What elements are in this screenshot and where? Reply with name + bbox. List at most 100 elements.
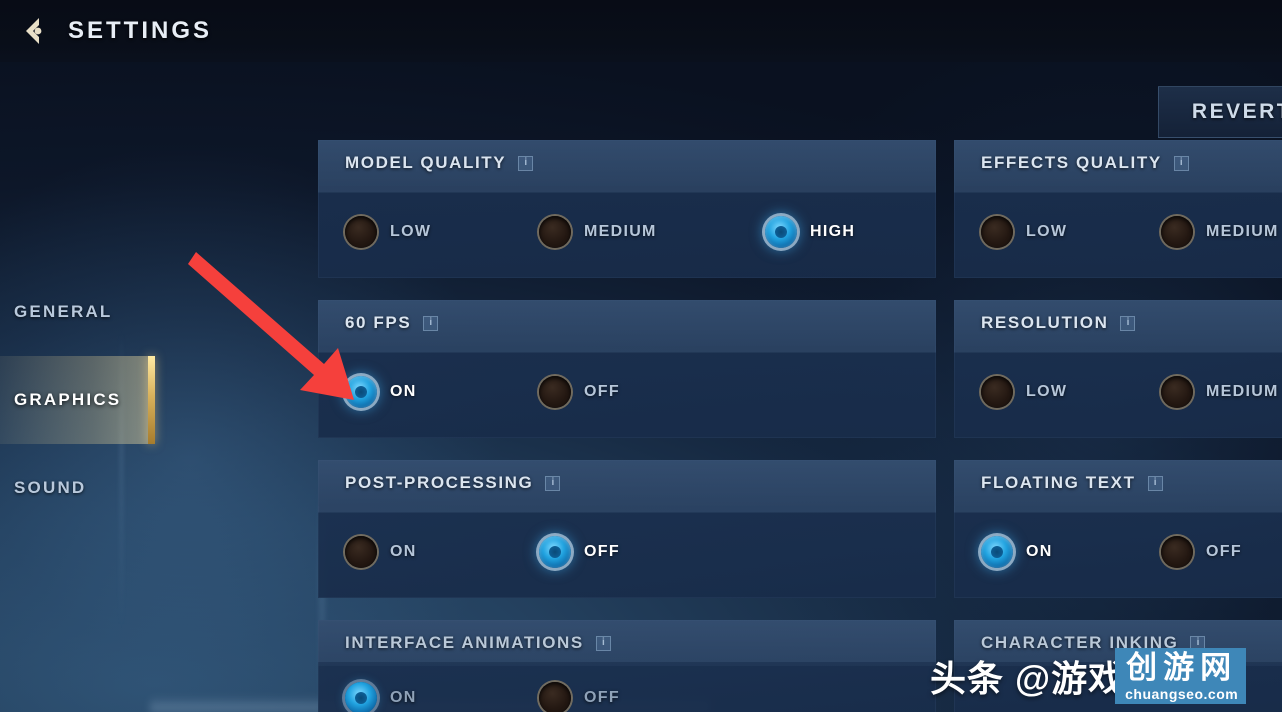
- info-icon[interactable]: i: [518, 155, 534, 171]
- settings-grid: MODEL QUALITY i LOW MEDIUM HIGH EFFECTS …: [318, 140, 1282, 712]
- card-options: ON OFF: [954, 506, 1282, 598]
- radio-icon[interactable]: [539, 216, 571, 248]
- option-on[interactable]: ON: [345, 536, 539, 568]
- watermark-text: 头条 @游戏: [930, 658, 1126, 699]
- card-options: LOW MEDIUM: [954, 346, 1282, 438]
- radio-icon-selected[interactable]: [981, 536, 1013, 568]
- option-on[interactable]: ON: [345, 376, 539, 408]
- back-chevron-icon[interactable]: [12, 10, 54, 52]
- option-label: ON: [390, 689, 417, 706]
- radio-icon[interactable]: [1161, 216, 1193, 248]
- option-label: LOW: [390, 223, 432, 240]
- option-label: OFF: [1206, 543, 1242, 560]
- radio-icon[interactable]: [1161, 376, 1193, 408]
- setting-card-interface-animations: INTERFACE ANIMATIONS i ON OFF: [318, 620, 936, 712]
- card-options: ON OFF: [318, 506, 936, 598]
- radio-icon-selected[interactable]: [345, 682, 377, 712]
- radio-icon-selected[interactable]: [345, 376, 377, 408]
- option-label: ON: [390, 383, 417, 400]
- card-header: RESOLUTION i: [954, 300, 1282, 346]
- card-title: EFFECTS QUALITY: [981, 153, 1162, 172]
- radio-icon-selected[interactable]: [539, 536, 571, 568]
- watermark-badge-title: 创游网: [1126, 650, 1238, 686]
- card-title: INTERFACE ANIMATIONS: [345, 633, 584, 652]
- settings-row: 60 FPS i ON OFF RESOLUTION i LOW MEDIUM: [318, 300, 1282, 438]
- setting-card-post-processing: POST-PROCESSING i ON OFF: [318, 460, 936, 598]
- option-low[interactable]: LOW: [981, 376, 1161, 408]
- revert-button-label: REVERT: [1191, 100, 1282, 123]
- option-medium[interactable]: MEDIUM: [1161, 216, 1282, 248]
- radio-icon[interactable]: [1161, 536, 1193, 568]
- card-header: 60 FPS i: [318, 300, 936, 346]
- info-icon[interactable]: i: [1120, 315, 1136, 331]
- setting-card-model-quality: MODEL QUALITY i LOW MEDIUM HIGH: [318, 140, 936, 278]
- option-off[interactable]: OFF: [539, 376, 765, 408]
- option-off[interactable]: OFF: [539, 682, 765, 712]
- option-label: HIGH: [810, 223, 856, 240]
- radio-icon[interactable]: [345, 216, 377, 248]
- option-low[interactable]: LOW: [981, 216, 1161, 248]
- page-header: SETTINGS: [0, 0, 1282, 62]
- option-label: LOW: [1026, 223, 1068, 240]
- settings-row: MODEL QUALITY i LOW MEDIUM HIGH EFFECTS …: [318, 140, 1282, 278]
- option-off[interactable]: OFF: [1161, 536, 1282, 568]
- option-label: LOW: [1026, 383, 1068, 400]
- info-icon[interactable]: i: [1173, 155, 1189, 171]
- option-medium[interactable]: MEDIUM: [539, 216, 765, 248]
- card-header: EFFECTS QUALITY i: [954, 140, 1282, 186]
- option-label: ON: [1026, 543, 1053, 560]
- sidebar-item-label: GENERAL: [14, 302, 113, 321]
- card-title: RESOLUTION: [981, 313, 1109, 332]
- card-header: FLOATING TEXT i: [954, 460, 1282, 506]
- option-label: MEDIUM: [1206, 383, 1279, 400]
- card-title: MODEL QUALITY: [345, 153, 507, 172]
- settings-row: POST-PROCESSING i ON OFF FLOATING TEXT i: [318, 460, 1282, 598]
- sidebar-item-graphics[interactable]: GRAPHICS: [0, 356, 155, 444]
- watermark: 头条 @游戏 创游网 chuangseo.com: [930, 648, 1247, 704]
- card-header: POST-PROCESSING i: [318, 460, 936, 506]
- radio-icon-selected[interactable]: [765, 216, 797, 248]
- sidebar-item-label: GRAPHICS: [14, 390, 122, 409]
- radio-icon[interactable]: [345, 536, 377, 568]
- info-icon[interactable]: i: [1147, 475, 1163, 491]
- option-on[interactable]: ON: [981, 536, 1161, 568]
- radio-icon[interactable]: [539, 682, 571, 712]
- card-options: LOW MEDIUM HIGH: [318, 186, 936, 278]
- option-label: MEDIUM: [1206, 223, 1279, 240]
- option-off[interactable]: OFF: [539, 536, 765, 568]
- info-icon[interactable]: i: [545, 475, 561, 491]
- option-label: MEDIUM: [584, 223, 657, 240]
- card-title: FLOATING TEXT: [981, 473, 1136, 492]
- info-icon[interactable]: i: [423, 315, 439, 331]
- card-options: ON OFF: [318, 346, 936, 438]
- info-icon[interactable]: i: [595, 635, 611, 651]
- radio-icon[interactable]: [981, 216, 1013, 248]
- option-label: OFF: [584, 543, 620, 560]
- setting-card-effects-quality: EFFECTS QUALITY i LOW MEDIUM: [954, 140, 1282, 278]
- option-on[interactable]: ON: [345, 682, 539, 712]
- option-label: ON: [390, 543, 417, 560]
- card-title: 60 FPS: [345, 313, 412, 332]
- radio-icon[interactable]: [539, 376, 571, 408]
- card-header: MODEL QUALITY i: [318, 140, 936, 186]
- card-header: INTERFACE ANIMATIONS i: [318, 620, 936, 666]
- watermark-badge: 创游网 chuangseo.com: [1115, 648, 1247, 704]
- card-options: LOW MEDIUM: [954, 186, 1282, 278]
- setting-card-resolution: RESOLUTION i LOW MEDIUM: [954, 300, 1282, 438]
- sidebar-item-general[interactable]: GENERAL: [0, 268, 155, 356]
- sidebar-item-sound[interactable]: SOUND: [0, 444, 155, 532]
- revert-button[interactable]: REVERT: [1158, 86, 1282, 138]
- card-title: POST-PROCESSING: [345, 473, 534, 492]
- radio-icon[interactable]: [981, 376, 1013, 408]
- watermark-badge-url: chuangseo.com: [1125, 686, 1239, 702]
- option-label: OFF: [584, 383, 620, 400]
- option-medium[interactable]: MEDIUM: [1161, 376, 1282, 408]
- option-high[interactable]: HIGH: [765, 216, 855, 248]
- sidebar-item-label: SOUND: [14, 478, 87, 497]
- option-label: OFF: [584, 689, 620, 706]
- option-low[interactable]: LOW: [345, 216, 539, 248]
- card-options: ON OFF: [318, 666, 936, 712]
- settings-sidebar: GENERAL GRAPHICS SOUND: [0, 268, 155, 532]
- setting-card-floating-text: FLOATING TEXT i ON OFF: [954, 460, 1282, 598]
- page-title: SETTINGS: [68, 17, 213, 44]
